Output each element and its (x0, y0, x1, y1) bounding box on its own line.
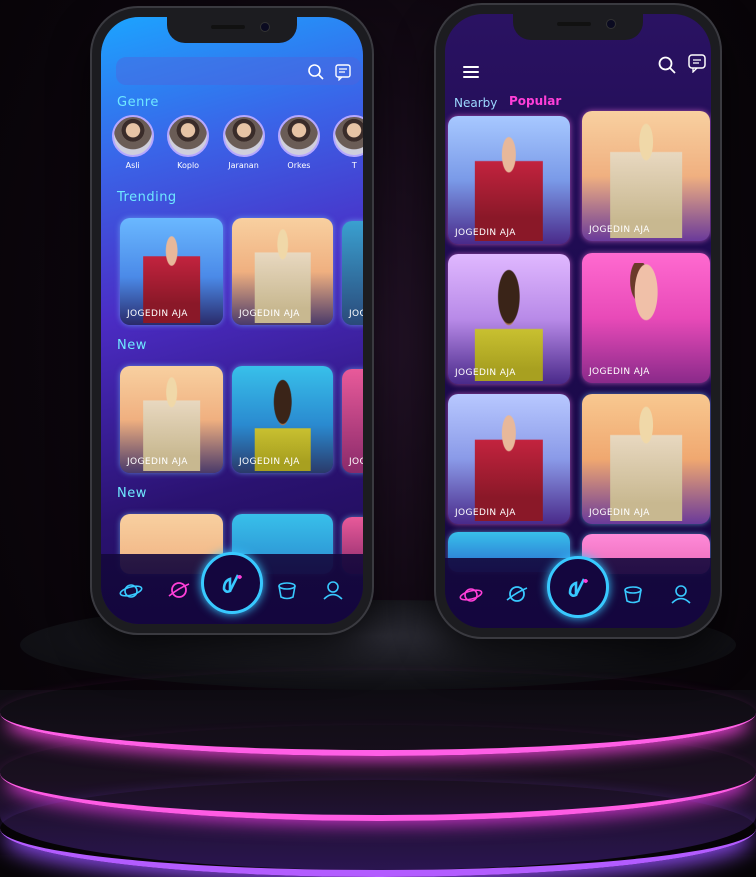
card-label: JOGEDIN AJA (127, 457, 188, 467)
search-icon[interactable] (306, 62, 326, 82)
tab-popular[interactable]: Popular (509, 94, 561, 108)
cup-icon[interactable] (275, 578, 299, 602)
notch (167, 17, 297, 43)
video-card[interactable]: JOGEDIN AJA (232, 366, 333, 473)
profile-icon[interactable] (321, 578, 345, 602)
dance-logo-button[interactable] (201, 552, 263, 614)
menu-icon[interactable] (445, 62, 485, 82)
notch (513, 14, 643, 40)
left-phone-screen: Genre Asli Koplo Jaranan Orkes T Trendin… (101, 17, 363, 624)
right-phone-screen: Nearby Popular JOGEDIN AJA JOGEDIN AJA J… (445, 14, 711, 628)
avatar (333, 115, 363, 157)
card-label: JOGEDIN AJA (239, 457, 300, 467)
right-phone: Nearby Popular JOGEDIN AJA JOGEDIN AJA J… (436, 5, 720, 637)
chat-icon[interactable] (333, 62, 353, 82)
genre-section-title: Genre (117, 95, 159, 110)
profile-icon[interactable] (669, 582, 693, 606)
podium-stage (0, 600, 756, 877)
card-label: JOGEDIN AJA (589, 367, 650, 377)
genre-label: Orkes (287, 161, 311, 170)
video-card[interactable]: JOGEDIN AJA (448, 394, 570, 524)
bottom-nav (445, 556, 711, 628)
genre-item[interactable]: Jaranan (222, 115, 265, 185)
avatar (167, 115, 210, 157)
planet-icon[interactable] (119, 578, 143, 602)
genre-label: T (351, 161, 357, 170)
genre-label: Jaranan (228, 161, 259, 170)
video-card[interactable]: JOGEDIN AJA (232, 218, 333, 325)
avatar (111, 115, 154, 157)
genre-label: Koplo (177, 161, 200, 170)
avatar (277, 115, 320, 157)
search-nav-icon[interactable] (505, 582, 529, 606)
video-card[interactable]: JOG (342, 369, 363, 473)
chat-icon[interactable] (686, 52, 708, 74)
search-nav-icon[interactable] (167, 578, 191, 602)
video-card[interactable]: JOGEDIN AJA (120, 366, 223, 473)
video-card[interactable]: JOGEDIN AJA (448, 116, 570, 244)
genre-label: Asli (125, 161, 140, 170)
bottom-nav (101, 552, 363, 624)
search-icon[interactable] (656, 54, 678, 76)
genre-item[interactable]: T (333, 115, 363, 185)
card-label: JOGEDIN AJA (127, 309, 188, 319)
card-label: JOG (349, 457, 363, 467)
avatar (222, 115, 265, 157)
video-card[interactable]: JOGEDIN AJA (582, 394, 710, 524)
trending-section-title: Trending (117, 190, 177, 205)
dance-logo-icon (568, 578, 588, 597)
video-card[interactable]: JOGEDIN AJA (582, 111, 710, 241)
new-section-title: New (117, 338, 147, 353)
new-section-title-2: New (117, 486, 147, 501)
dance-logo-button[interactable] (547, 556, 609, 618)
genre-item[interactable]: Asli (111, 115, 154, 185)
genre-item[interactable]: Orkes (277, 115, 320, 185)
card-label: JOGEDIN AJA (589, 225, 650, 235)
genre-item[interactable]: Koplo (166, 115, 210, 185)
neon-ring (0, 780, 756, 877)
card-label: JOG (349, 309, 363, 319)
card-label: JOGEDIN AJA (589, 508, 650, 518)
dance-logo-icon (222, 574, 242, 593)
card-label: JOGEDIN AJA (455, 228, 516, 238)
card-label: JOGEDIN AJA (239, 309, 300, 319)
tab-nearby[interactable]: Nearby (454, 96, 497, 110)
video-card[interactable]: JOGEDIN AJA (120, 218, 223, 325)
video-card[interactable]: JOGEDIN AJA (448, 254, 570, 384)
card-label: JOGEDIN AJA (455, 508, 516, 518)
video-card[interactable]: JOG (342, 221, 363, 325)
genre-list: Asli Koplo Jaranan Orkes T (111, 115, 363, 185)
cup-icon[interactable] (621, 582, 645, 606)
left-phone: Genre Asli Koplo Jaranan Orkes T Trendin… (92, 8, 372, 633)
card-label: JOGEDIN AJA (455, 368, 516, 378)
planet-icon[interactable] (459, 582, 483, 606)
video-card[interactable]: JOGEDIN AJA (582, 253, 710, 383)
